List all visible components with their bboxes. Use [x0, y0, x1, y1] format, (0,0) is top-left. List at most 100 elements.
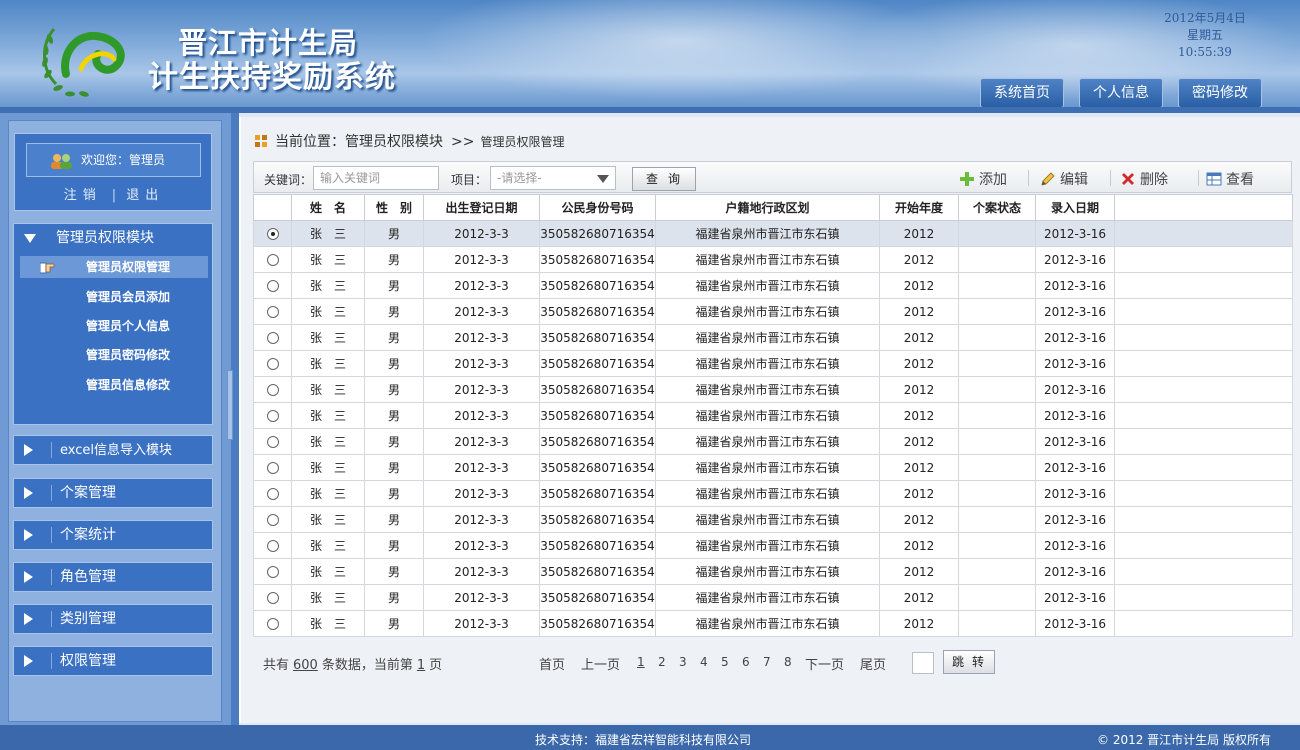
- module-role-management[interactable]: 角色管理: [13, 562, 213, 592]
- cell-start-year: 2012: [879, 454, 959, 481]
- cell-name: 张 三: [291, 272, 365, 299]
- row-select-cell: [253, 298, 292, 325]
- row-radio[interactable]: [266, 254, 279, 266]
- row-radio[interactable]: [266, 462, 279, 474]
- module-case-management[interactable]: 个案管理: [13, 478, 213, 508]
- cell-region: 福建省泉州市晋江市东石镇: [655, 480, 880, 507]
- view-button[interactable]: 查看: [1206, 169, 1254, 189]
- page-link[interactable]: 4: [700, 655, 708, 669]
- row-radio[interactable]: [266, 618, 279, 630]
- cell-birth-date: 2012-3-3: [423, 246, 540, 273]
- row-radio[interactable]: [266, 436, 279, 448]
- row-select-cell: [253, 610, 292, 637]
- nav-profile-button[interactable]: 个人信息: [1079, 78, 1163, 108]
- cell-birth-date: 2012-3-3: [423, 558, 540, 585]
- edit-button[interactable]: 编辑: [1040, 169, 1088, 189]
- row-radio[interactable]: [266, 306, 279, 318]
- cell-region: 福建省泉州市晋江市东石镇: [655, 532, 880, 559]
- prev-page-link[interactable]: 上一页: [581, 654, 620, 673]
- last-page-link[interactable]: 尾页: [860, 654, 886, 673]
- cell-region: 福建省泉州市晋江市东石镇: [655, 428, 880, 455]
- page-link[interactable]: 5: [721, 655, 729, 669]
- users-icon: [51, 153, 72, 169]
- module-header-admin-permissions[interactable]: 管理员权限模块: [14, 224, 212, 253]
- logo-icon: [42, 28, 125, 97]
- table-row[interactable]: 张 三男 2012-3-3 350582680716354 福建省泉州市晋江市东石镇 2…: [253, 506, 1293, 533]
- tech-support-text: 技术支持：福建省宏祥智能科技有限公司: [535, 733, 752, 747]
- table-row[interactable]: 张 三男 2012-3-3 350582680716354 福建省泉州市晋江市东石镇 2…: [253, 220, 1293, 247]
- table-row[interactable]: 张 三男 2012-3-3 350582680716354 福建省泉州市晋江市东石镇 2…: [253, 376, 1293, 403]
- page-link[interactable]: 8: [784, 655, 792, 669]
- page-link[interactable]: 1: [637, 655, 645, 669]
- module-admin-permissions: 管理员权限模块 管理员权限管理 管理员会员添加 管理员个人信息 管理员密码修改 …: [13, 223, 213, 425]
- cell-entry-date: 2012-3-16: [1035, 610, 1115, 637]
- sidebar-collapse-handle[interactable]: [227, 370, 233, 440]
- cell-entry-date: 2012-3-16: [1035, 584, 1115, 611]
- table-row[interactable]: 张 三男 2012-3-3 350582680716354 福建省泉州市晋江市东石镇 2…: [253, 610, 1293, 637]
- delete-button[interactable]: 删除: [1120, 169, 1168, 189]
- table-row[interactable]: 张 三男 2012-3-3 350582680716354 福建省泉州市晋江市东石镇 2…: [253, 532, 1293, 559]
- sidebar-item-personal-info[interactable]: 管理员个人信息: [20, 315, 208, 337]
- row-radio[interactable]: [266, 514, 279, 526]
- cell-id-number: 350582680716354: [539, 506, 656, 533]
- table-row[interactable]: 张 三男 2012-3-3 350582680716354 福建省泉州市晋江市东石镇 2…: [253, 298, 1293, 325]
- cell-birth-date: 2012-3-3: [423, 506, 540, 533]
- page-link[interactable]: 7: [763, 655, 771, 669]
- cell-start-year: 2012: [879, 220, 959, 247]
- module-excel-import[interactable]: excel信息导入模块: [13, 435, 213, 465]
- row-radio[interactable]: [266, 488, 279, 500]
- cell-case-status: [958, 480, 1036, 507]
- row-radio[interactable]: [266, 540, 279, 552]
- sidebar-item-password-change[interactable]: 管理员密码修改: [20, 344, 208, 366]
- module-case-statistics[interactable]: 个案统计: [13, 520, 213, 550]
- row-radio[interactable]: [266, 228, 279, 240]
- table-row[interactable]: 张 三男 2012-3-3 350582680716354 福建省泉州市晋江市东石镇 2…: [253, 584, 1293, 611]
- pencil-icon: [1041, 172, 1055, 186]
- table-row[interactable]: 张 三男 2012-3-3 350582680716354 福建省泉州市晋江市东石镇 2…: [253, 480, 1293, 507]
- exit-link[interactable]: 退出: [126, 184, 164, 203]
- table-row[interactable]: 张 三男 2012-3-3 350582680716354 福建省泉州市晋江市东石镇 2…: [253, 428, 1293, 455]
- row-radio[interactable]: [266, 410, 279, 422]
- divider: [51, 653, 52, 669]
- module-label: 角色管理: [60, 569, 116, 585]
- cell-empty: [1114, 220, 1293, 247]
- table-row[interactable]: 张 三男 2012-3-3 350582680716354 福建省泉州市晋江市东石镇 2…: [253, 324, 1293, 351]
- page-jump-input[interactable]: [912, 652, 934, 674]
- query-button[interactable]: 查询: [632, 167, 696, 191]
- sidebar-item-permission-management[interactable]: 管理员权限管理: [20, 256, 208, 278]
- cell-entry-date: 2012-3-16: [1035, 558, 1115, 585]
- table-row[interactable]: 张 三男 2012-3-3 350582680716354 福建省泉州市晋江市东石镇 2…: [253, 246, 1293, 273]
- welcome-box: 欢迎您：管理员 注销 | 退出: [14, 133, 212, 211]
- add-button[interactable]: 添加: [959, 169, 1007, 189]
- page-link[interactable]: 6: [742, 655, 750, 669]
- logout-link[interactable]: 注销: [64, 184, 102, 203]
- page-link[interactable]: 3: [679, 655, 687, 669]
- table-row[interactable]: 张 三男 2012-3-3 350582680716354 福建省泉州市晋江市东石镇 2…: [253, 402, 1293, 429]
- cell-name: 张 三: [291, 454, 365, 481]
- row-radio[interactable]: [266, 566, 279, 578]
- first-page-link[interactable]: 首页: [539, 654, 565, 673]
- page-jump-button[interactable]: 跳转: [943, 650, 995, 674]
- row-radio[interactable]: [266, 384, 279, 396]
- nav-home-button[interactable]: 系统首页: [980, 78, 1064, 108]
- page-link[interactable]: 2: [658, 655, 666, 669]
- cell-start-year: 2012: [879, 532, 959, 559]
- cell-birth-date: 2012-3-3: [423, 428, 540, 455]
- sidebar-item-info-edit[interactable]: 管理员信息修改: [20, 374, 208, 396]
- table-row[interactable]: 张 三男 2012-3-3 350582680716354 福建省泉州市晋江市东石镇 2…: [253, 272, 1293, 299]
- sidebar-item-member-add[interactable]: 管理员会员添加: [20, 286, 208, 308]
- row-radio[interactable]: [266, 592, 279, 604]
- table-row[interactable]: 张 三男 2012-3-3 350582680716354 福建省泉州市晋江市东石镇 2…: [253, 350, 1293, 377]
- row-radio[interactable]: [266, 358, 279, 370]
- table-row[interactable]: 张 三男 2012-3-3 350582680716354 福建省泉州市晋江市东石镇 2…: [253, 558, 1293, 585]
- module-category-management[interactable]: 类别管理: [13, 604, 213, 634]
- next-page-link[interactable]: 下一页: [805, 654, 844, 673]
- keyword-input[interactable]: 输入关键词: [313, 166, 439, 190]
- nav-password-button[interactable]: 密码修改: [1178, 78, 1262, 108]
- table-row[interactable]: 张 三男 2012-3-3 350582680716354 福建省泉州市晋江市东石镇 2…: [253, 454, 1293, 481]
- row-radio[interactable]: [266, 280, 279, 292]
- row-radio[interactable]: [266, 332, 279, 344]
- module-permission-management[interactable]: 权限管理: [13, 646, 213, 676]
- cell-start-year: 2012: [879, 272, 959, 299]
- project-select[interactable]: -请选择-: [490, 166, 616, 190]
